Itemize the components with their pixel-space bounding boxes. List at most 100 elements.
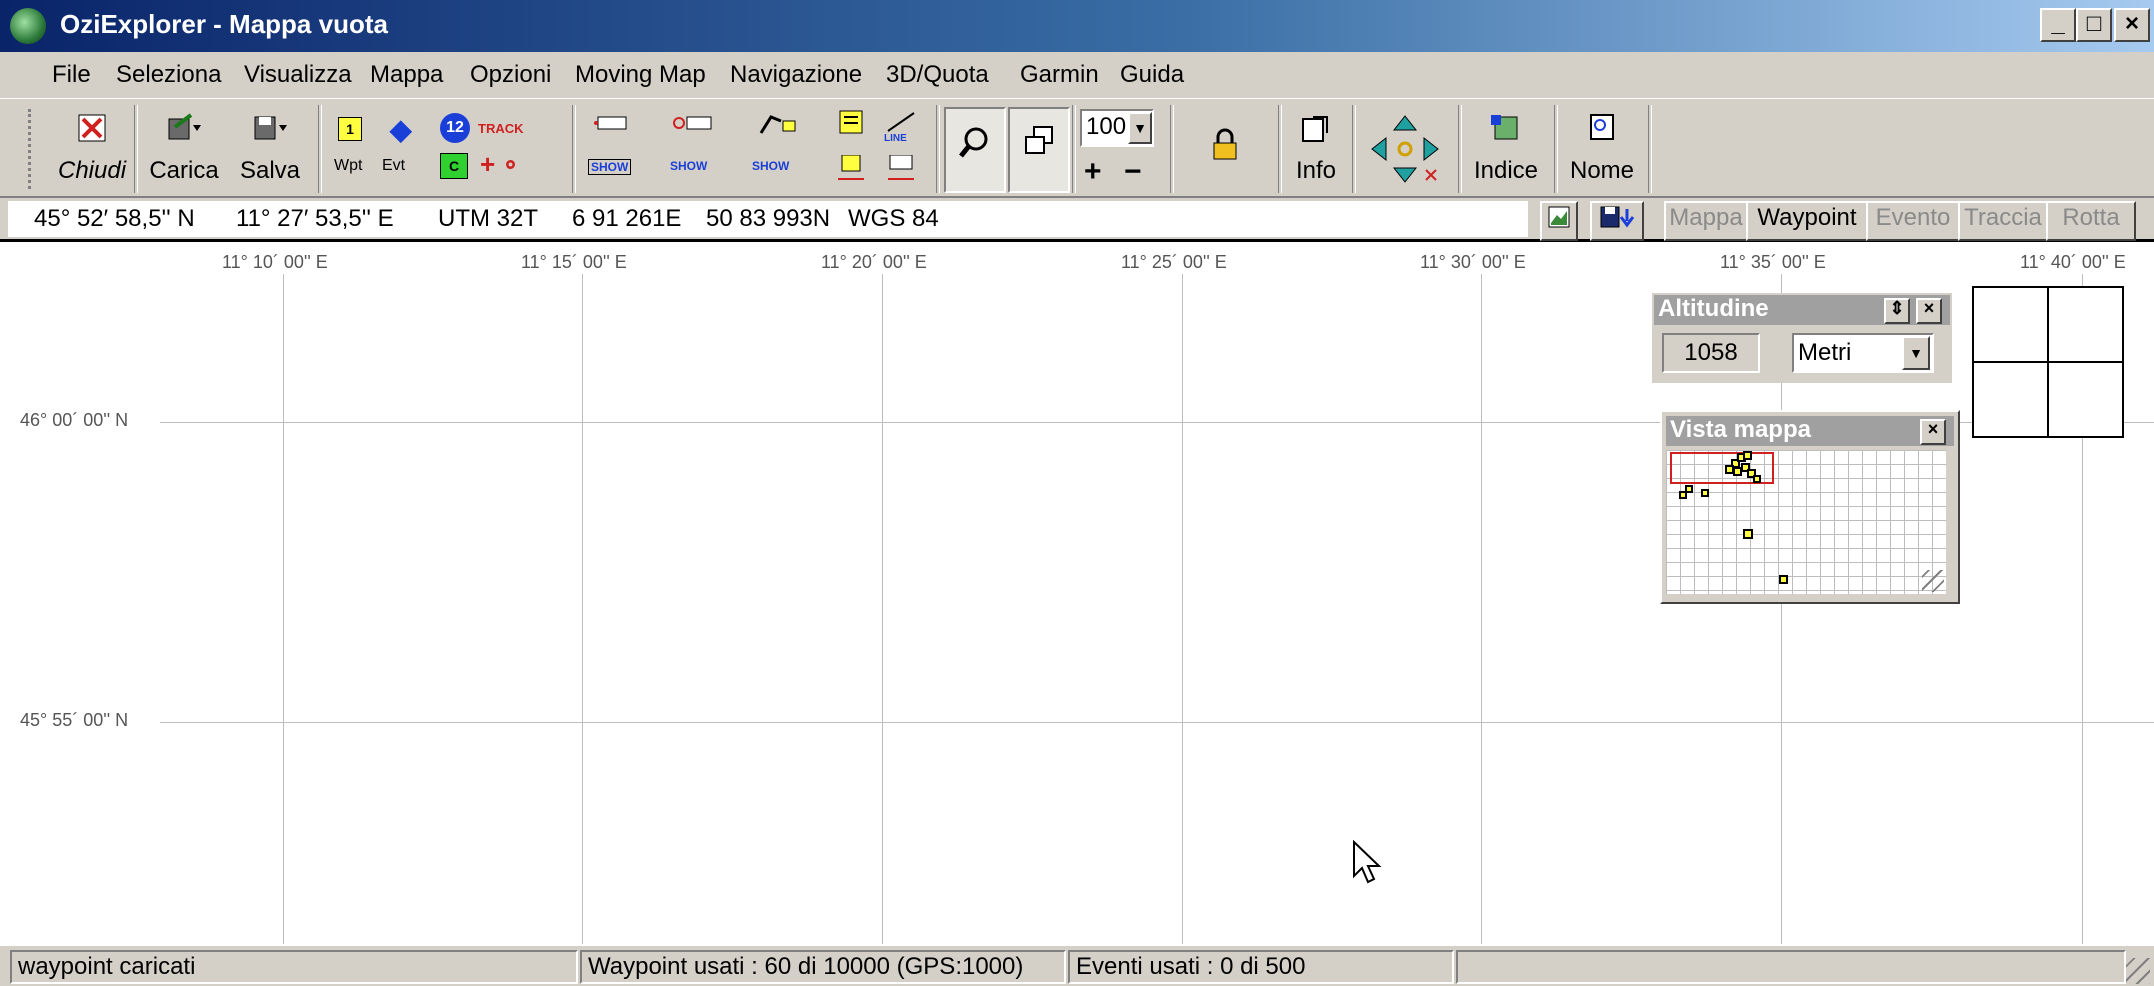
zoom-out-icon[interactable]: − <box>1124 155 1142 189</box>
magnifier-icon <box>959 127 988 158</box>
grid-line <box>582 274 583 944</box>
waypoint-markers <box>1679 451 1788 584</box>
altitude-unit-select[interactable]: Metri ▼ <box>1792 333 1934 373</box>
evt-label: Evt <box>382 157 406 174</box>
map-image-button[interactable] <box>1540 201 1578 241</box>
show-routes-button[interactable]: SHOW <box>744 105 810 193</box>
save-button[interactable]: Salva <box>230 105 310 193</box>
toolbar: Chiudi Carica Salva 1 ◆ 12 TRACK Wpt Evt… <box>0 98 2154 198</box>
tab-rotta[interactable]: Rotta <box>2046 201 2136 241</box>
waypoint-tools: 1 ◆ 12 TRACK Wpt Evt C + ∘ <box>328 105 524 193</box>
grid-line <box>1481 274 1482 944</box>
menu-3d-quota[interactable]: 3D/Quota <box>886 61 989 89</box>
route-edit-icon <box>759 115 796 134</box>
window-select-button[interactable] <box>1008 107 1070 193</box>
save-download-button[interactable] <box>1590 201 1644 241</box>
c-button[interactable]: C <box>440 153 468 179</box>
close-icon[interactable]: × <box>1916 298 1942 324</box>
waypoint-name-button[interactable] <box>826 105 876 193</box>
overview-panel-title[interactable]: Vista mappa <box>1666 416 1954 446</box>
menu-mappa[interactable]: Mappa <box>370 61 443 89</box>
close-icon[interactable]: × <box>1920 419 1946 445</box>
resize-grip-icon[interactable] <box>1922 570 1944 592</box>
maximize-button[interactable]: □ <box>2076 8 2112 42</box>
zoom-in-icon[interactable]: + <box>1084 155 1102 189</box>
name-search-icon <box>1590 114 1614 140</box>
lock-button[interactable] <box>1180 105 1270 193</box>
load-button[interactable]: Carica <box>144 105 224 193</box>
menu-navigazione[interactable]: Navigazione <box>730 61 862 89</box>
map-canvas[interactable]: 11° 10´ 00'' E 11° 15´ 00'' E 11° 20´ 00… <box>0 244 2154 944</box>
longitude-label: 11° 25´ 00'' E <box>1121 252 1227 272</box>
latitude-readout: 45° 52′ 58,5'' N <box>34 205 195 232</box>
tab-waypoint[interactable]: Waypoint <box>1746 201 1868 241</box>
toolbar-grip[interactable] <box>28 109 42 189</box>
longitude-readout: 11° 27′ 53,5'' E <box>236 205 394 232</box>
menu-garmin[interactable]: Garmin <box>1020 61 1099 89</box>
overview-panel: Vista mappa × <box>1660 410 1960 604</box>
minimize-button[interactable]: _ <box>2040 8 2076 42</box>
status-empty-cell <box>1456 950 2126 984</box>
longitude-label: 11° 35´ 00'' E <box>1720 252 1826 272</box>
latitude-label: 45° 55´ 00'' N <box>20 710 129 730</box>
close-map-icon <box>78 114 106 142</box>
tab-evento[interactable]: Evento <box>1866 201 1960 241</box>
app-globe-icon <box>10 8 46 44</box>
save-icon <box>254 116 287 140</box>
close-button[interactable]: × <box>2114 8 2150 42</box>
zoom-tool-button[interactable] <box>944 107 1006 193</box>
menu-guida[interactable]: Guida <box>1120 61 1184 89</box>
picture-icon <box>1548 206 1570 228</box>
menu-visualizza[interactable]: Visualizza <box>244 61 352 89</box>
resize-updown-icon[interactable]: ⇕ <box>1884 298 1910 324</box>
tab-traccia[interactable]: Traccia <box>1958 201 2048 241</box>
menu-opzioni[interactable]: Opzioni <box>470 61 551 89</box>
new-waypoint-button[interactable]: 1 <box>338 117 362 141</box>
route-badge[interactable]: 12 <box>440 113 470 143</box>
pan-arrows-icon <box>1371 115 1439 183</box>
add-plus-icon[interactable]: + ∘ <box>480 149 519 180</box>
tab-mappa[interactable]: Mappa <box>1664 201 1748 241</box>
title-bar[interactable]: OziExplorer - Mappa vuota _ □ × <box>0 0 2154 52</box>
grid-line <box>1182 274 1183 944</box>
chevron-down-icon[interactable]: ▼ <box>1902 336 1930 370</box>
resize-grip-icon[interactable] <box>2126 958 2150 984</box>
altitude-panel: Altitudine ⇕ × 1058 Metri ▼ <box>1652 293 1952 383</box>
utm-zone: UTM 32T <box>438 205 539 232</box>
altitude-value: 1058 <box>1662 333 1760 373</box>
status-bar: waypoint caricati Waypoint usati : 60 di… <box>0 944 2154 986</box>
wpt-label: Wpt <box>334 157 363 174</box>
track-button[interactable]: TRACK <box>478 121 524 136</box>
waypoint-measure-icon <box>838 155 864 180</box>
show-waypoints-button[interactable]: SHOW <box>580 105 642 193</box>
utm-northing: 50 83 993N <box>706 205 831 232</box>
close-map-button[interactable]: Chiudi <box>58 105 126 193</box>
menu-bar: File Seleziona Visualizza Mappa Opzioni … <box>0 52 2154 98</box>
menu-file[interactable]: File <box>52 61 91 89</box>
longitude-label: 11° 40´ 00'' E <box>2020 252 2126 272</box>
datum-label: WGS 84 <box>848 205 939 232</box>
info-icon <box>1302 116 1328 142</box>
grid-line <box>882 274 883 944</box>
index-button[interactable]: Indice <box>1466 105 1546 193</box>
longitude-label: 11° 10´ 00'' E <box>222 252 328 272</box>
event-list-icon <box>673 116 712 130</box>
menu-seleziona[interactable]: Seleziona <box>116 61 221 89</box>
position-readout: 45° 52′ 58,5'' N 11° 27′ 53,5'' E UTM 32… <box>8 201 1528 237</box>
line-button[interactable]: LINE <box>876 105 926 193</box>
zoom-select[interactable]: 100 ▼ <box>1080 109 1154 147</box>
new-event-icon[interactable]: ◆ <box>390 113 412 146</box>
menu-moving-map[interactable]: Moving Map <box>575 61 706 89</box>
chevron-down-icon[interactable]: ▼ <box>1128 112 1152 144</box>
pan-arrows-button[interactable] <box>1360 105 1450 193</box>
name-search-button[interactable]: Nome <box>1562 105 1642 193</box>
info-button[interactable]: Info <box>1288 105 1344 193</box>
show-events-button[interactable]: SHOW <box>660 105 726 193</box>
waypoint-list-icon <box>594 116 627 130</box>
longitude-label: 11° 30´ 00'' E <box>1420 252 1526 272</box>
overview-map[interactable] <box>1666 450 1946 594</box>
line-measure-icon <box>888 155 914 180</box>
grid-line <box>283 274 284 944</box>
map-index-icon <box>1491 115 1518 140</box>
coordinate-bar: 45° 52′ 58,5'' N 11° 27′ 53,5'' E UTM 32… <box>0 198 2154 242</box>
